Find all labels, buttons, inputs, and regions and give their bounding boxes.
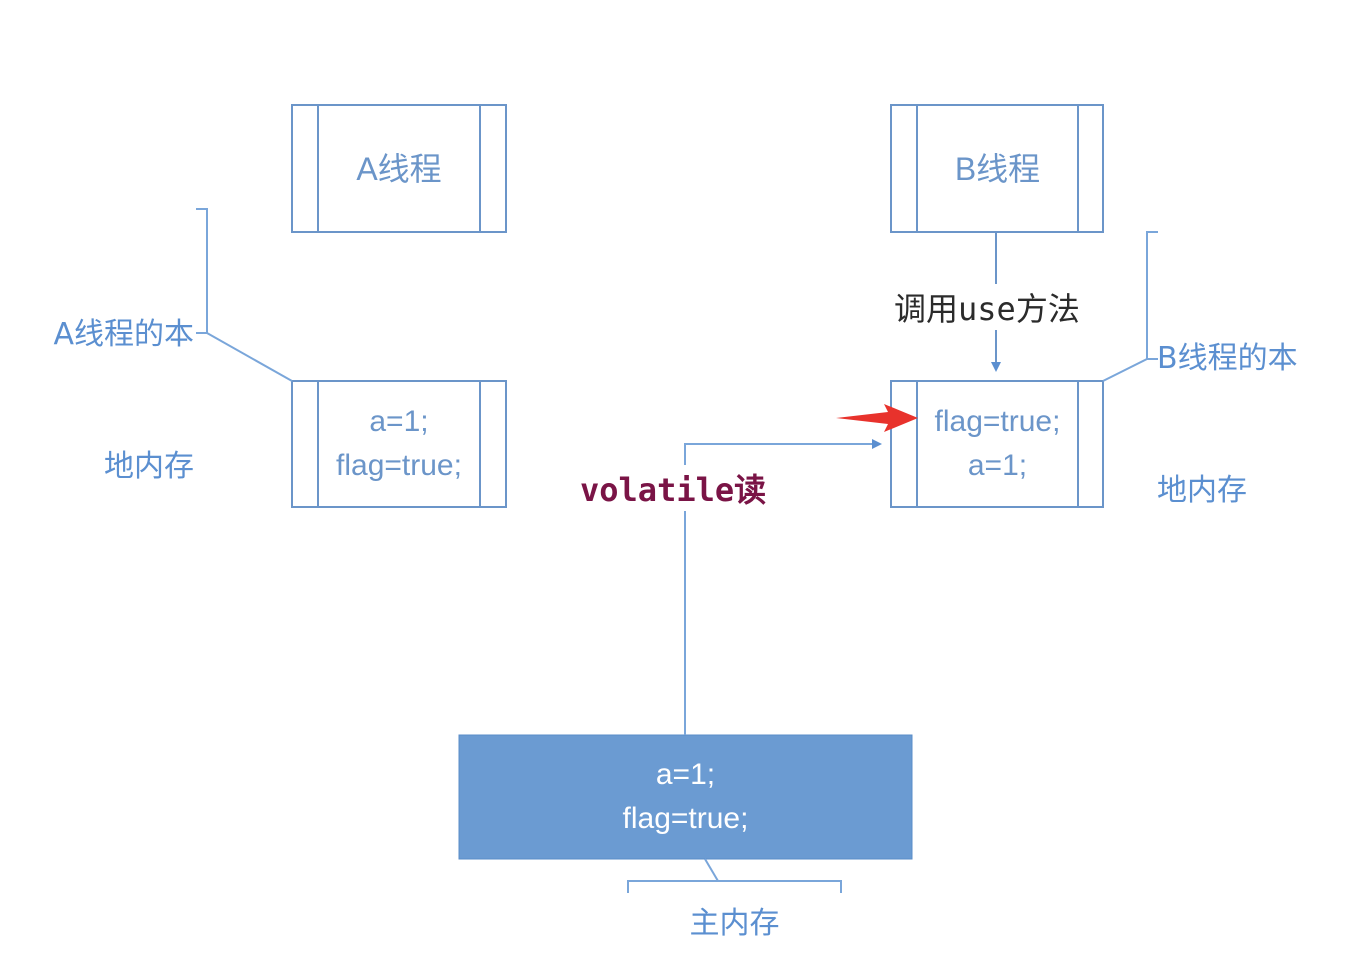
thread-a-local-memory-label: A线程的本 地内存 xyxy=(53,317,194,484)
thread-a-value-flag: flag=true; xyxy=(336,449,462,482)
thread-a-local-memory-bracket xyxy=(196,208,293,382)
memory-diagram: A线程 B线程 a=1; flag=true; flag=true; a=1; … xyxy=(0,0,1362,966)
thread-a-value-a: a=1; xyxy=(369,405,429,438)
thread-b-title: B线程 xyxy=(954,150,1041,187)
thread-a-title: A线程 xyxy=(356,150,442,187)
thread-b-value-a: a=1; xyxy=(967,449,1028,482)
thread-b-local-memory-label: B线程的本 地内存 xyxy=(1157,341,1298,508)
thread-b-local-memory-bracket xyxy=(1102,231,1158,382)
call-use-method-label: 调用use方法 xyxy=(892,284,1082,330)
main-value-flag: flag=true; xyxy=(622,802,749,835)
volatile-read-label: volatile读 xyxy=(578,465,769,511)
thread-b-local-values: flag=true; a=1; xyxy=(917,381,1078,507)
thread-b-value-flag: flag=true; xyxy=(934,405,1061,438)
thread-a-local-values: a=1; flag=true; xyxy=(318,381,480,507)
main-memory-label: 主内存 xyxy=(689,906,780,941)
main-value-a: a=1; xyxy=(655,758,716,791)
main-memory-values: a=1; flag=true; xyxy=(459,735,912,859)
main-memory-bracket xyxy=(627,858,842,893)
